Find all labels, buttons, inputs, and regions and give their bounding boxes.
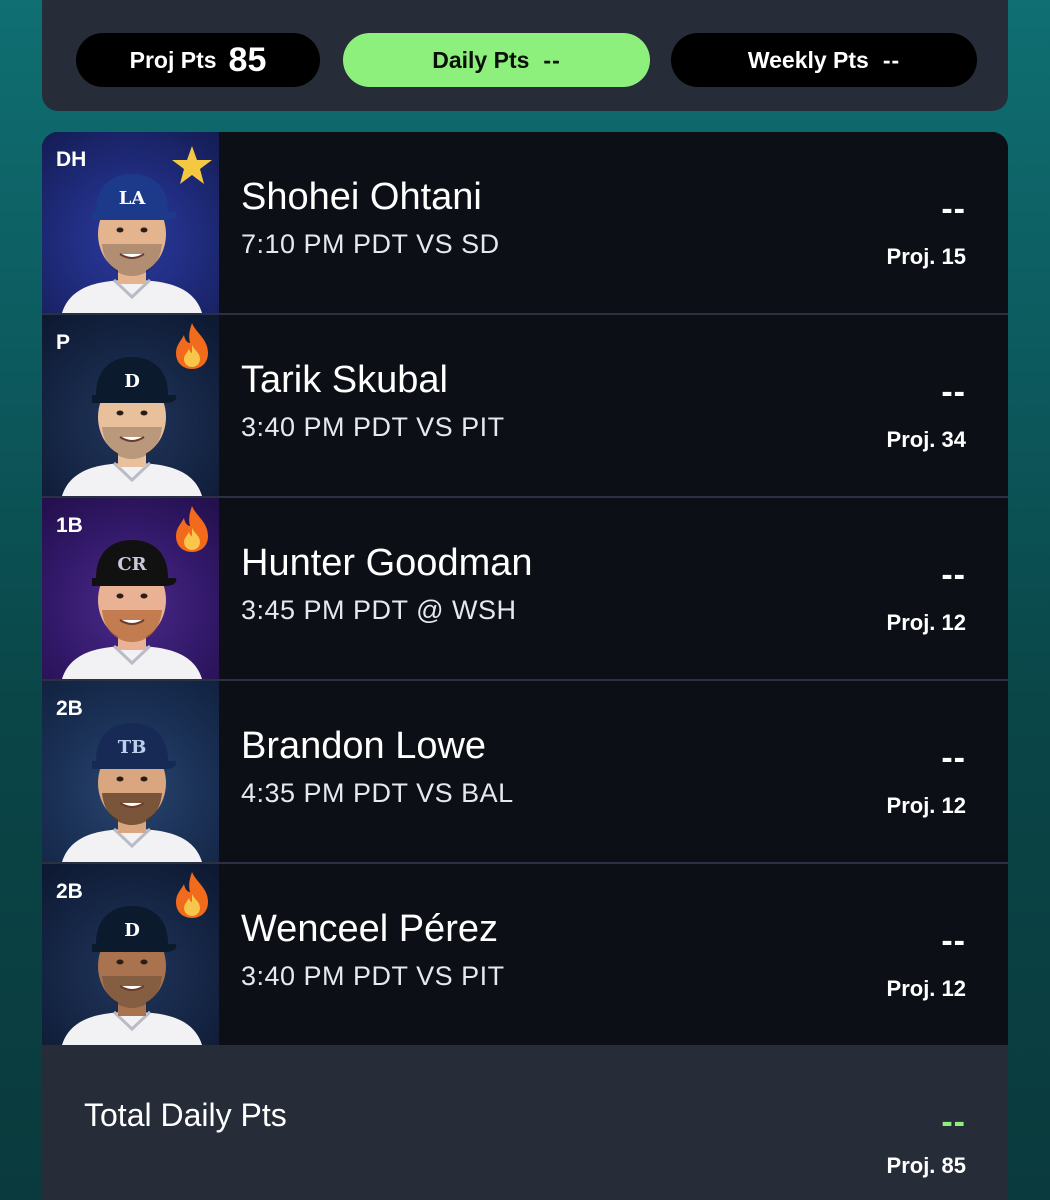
player-headshot: LA (62, 174, 202, 313)
player-photo: 2B D (42, 864, 219, 1045)
player-row[interactable]: DH LA Shohei Ohtani 7:10 PM PDT VS SD --… (42, 132, 1008, 313)
player-row[interactable]: 2B D Wenceel Pérez 3:40 PM PDT VS PIT -- (42, 864, 1008, 1045)
player-points: -- (941, 373, 966, 411)
player-points: -- (941, 556, 966, 594)
total-label: Total Daily Pts (84, 1097, 287, 1133)
weekly-pts-value: -- (882, 46, 901, 73)
player-points: -- (941, 739, 966, 777)
player-points: -- (941, 190, 966, 228)
player-projection: Proj. 34 (886, 427, 966, 452)
roster-list: DH LA Shohei Ohtani 7:10 PM PDT VS SD --… (42, 132, 1008, 1200)
cap-logo: D (124, 920, 140, 941)
daily-pts-label: Daily Pts (432, 46, 530, 73)
player-name: Tarik Skubal (241, 359, 448, 401)
player-projection: Proj. 12 (886, 976, 966, 1001)
player-projection: Proj. 12 (886, 610, 966, 635)
total-projection: Proj. 85 (886, 1153, 966, 1178)
player-name: Shohei Ohtani (241, 176, 482, 218)
cap-logo: D (124, 371, 140, 392)
player-photo: DH LA (42, 132, 219, 313)
player-headshot: D (62, 906, 202, 1045)
proj-pts-value: 85 (228, 40, 267, 79)
cap-logo: LA (119, 188, 147, 209)
game-info: 3:40 PM PDT VS PIT (241, 961, 505, 991)
daily-pts-value: -- (543, 46, 561, 73)
player-name: Hunter Goodman (241, 542, 533, 584)
game-info: 7:10 PM PDT VS SD (241, 229, 500, 259)
weekly-pts-tab[interactable]: Weekly Pts -- (671, 33, 977, 87)
daily-pts-tab[interactable]: Daily Pts -- (343, 33, 650, 87)
total-points: -- (941, 1103, 966, 1141)
game-info: 3:45 PM PDT @ WSH (241, 595, 517, 625)
weekly-pts-label: Weekly Pts (747, 46, 869, 73)
player-row[interactable]: P D Tarik Skubal 3:40 PM PDT VS PIT -- P… (42, 315, 1008, 496)
player-row[interactable]: 2B TB Brandon Lowe 4:35 PM PDT VS BAL --… (42, 681, 1008, 862)
player-photo: P D (42, 315, 219, 496)
player-points: -- (941, 922, 966, 960)
cap-logo: TB (118, 737, 147, 758)
player-name: Brandon Lowe (241, 725, 487, 767)
player-headshot: D (62, 357, 202, 496)
player-headshot: CR (62, 540, 202, 679)
player-projection: Proj. 12 (886, 793, 966, 818)
game-info: 4:35 PM PDT VS BAL (241, 778, 514, 808)
player-photo: 2B TB (42, 681, 219, 862)
player-headshot: TB (62, 723, 202, 862)
proj-pts-label: Proj Pts (129, 46, 217, 73)
player-row[interactable]: 1B CR Hunter Goodman 3:45 PM PDT @ WSH -… (42, 498, 1008, 679)
cap-logo: CR (117, 554, 147, 575)
game-info: 3:40 PM PDT VS PIT (241, 412, 505, 442)
proj-pts-pill[interactable]: Proj Pts 85 (76, 33, 320, 87)
points-summary-card: Proj Pts 85 Daily Pts -- Weekly Pts -- (42, 0, 1008, 111)
player-name: Wenceel Pérez (241, 908, 498, 950)
player-photo: 1B CR (42, 498, 219, 679)
total-daily-pts-row: Total Daily Pts -- Proj. 85 (42, 1045, 1008, 1200)
player-projection: Proj. 15 (886, 244, 966, 269)
